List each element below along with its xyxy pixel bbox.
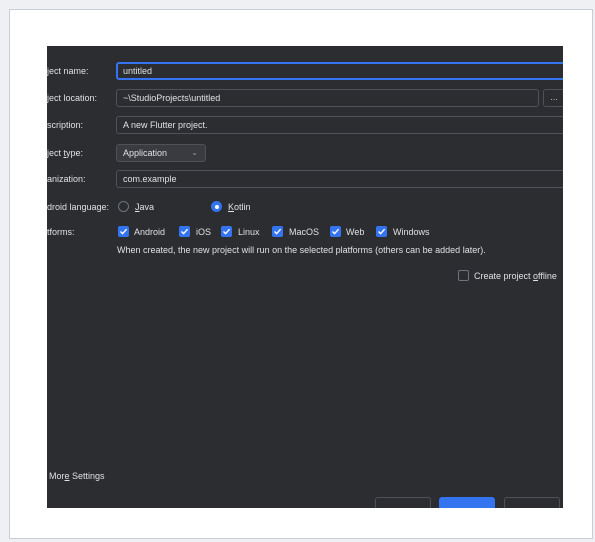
create-button[interactable]	[439, 497, 495, 508]
android-language-row: droid language: Java Kotlin	[47, 197, 563, 217]
ios-checkbox[interactable]	[179, 226, 190, 237]
platforms-label: tforms:	[47, 227, 75, 237]
macos-checkbox[interactable]	[272, 226, 283, 237]
ios-label: iOS	[196, 227, 212, 237]
project-location-input[interactable]: ~\StudioProjects\untitled	[116, 89, 539, 107]
cancel-button[interactable]	[504, 497, 560, 508]
offline-row: Create project offline	[47, 266, 563, 286]
linux-label: Linux	[238, 227, 260, 237]
project-type-dropdown[interactable]: Application ⌄	[116, 144, 206, 162]
description-row: scription: A new Flutter project.	[47, 115, 563, 135]
linux-checkbox[interactable]	[221, 226, 232, 237]
project-name-input[interactable]: untitled	[116, 62, 563, 80]
android-label: Android	[134, 227, 166, 237]
kotlin-radio-label[interactable]: Kotlin	[228, 197, 251, 217]
java-radio[interactable]	[118, 201, 129, 212]
web-checkbox[interactable]	[330, 226, 341, 237]
previous-button[interactable]	[375, 497, 431, 508]
project-type-label: ject type:	[47, 148, 84, 158]
android-language-label: droid language:	[47, 202, 110, 212]
description-input[interactable]: A new Flutter project.	[116, 116, 563, 134]
android-checkbox[interactable]	[118, 226, 129, 237]
project-name-label: ject name:	[47, 66, 89, 76]
windows-checkbox[interactable]	[376, 226, 387, 237]
web-label: Web	[346, 227, 365, 237]
offline-label[interactable]: Create project offline	[474, 266, 557, 286]
organization-input[interactable]: com.example	[116, 170, 563, 188]
new-flutter-project-dialog: ject name: untitled ject location: ~\Stu…	[47, 46, 563, 508]
description-label: scription:	[47, 120, 84, 130]
platforms-note: When created, the new project will run o…	[117, 245, 486, 255]
project-location-row: ject location: ~\StudioProjects\untitled…	[47, 88, 563, 108]
java-radio-label[interactable]: Java	[135, 197, 154, 217]
project-type-row: ject type: Application ⌄	[47, 143, 563, 163]
project-type-value: Application	[123, 148, 168, 158]
kotlin-radio[interactable]	[211, 201, 222, 212]
browse-location-button[interactable]: ...	[543, 89, 563, 107]
offline-checkbox[interactable]	[458, 270, 469, 281]
more-settings-toggle[interactable]: More Settings	[49, 471, 105, 481]
platforms-row: tforms: Android iOS Linux MacOS Web Wind…	[47, 222, 563, 242]
macos-label: MacOS	[289, 227, 320, 237]
windows-label: Windows	[393, 227, 430, 237]
organization-row: anization: com.example	[47, 169, 563, 189]
project-name-row: ject name: untitled	[47, 61, 563, 81]
organization-label: anization:	[47, 174, 86, 184]
project-location-label: ject location:	[47, 93, 98, 103]
chevron-down-icon: ⌄	[191, 148, 198, 157]
